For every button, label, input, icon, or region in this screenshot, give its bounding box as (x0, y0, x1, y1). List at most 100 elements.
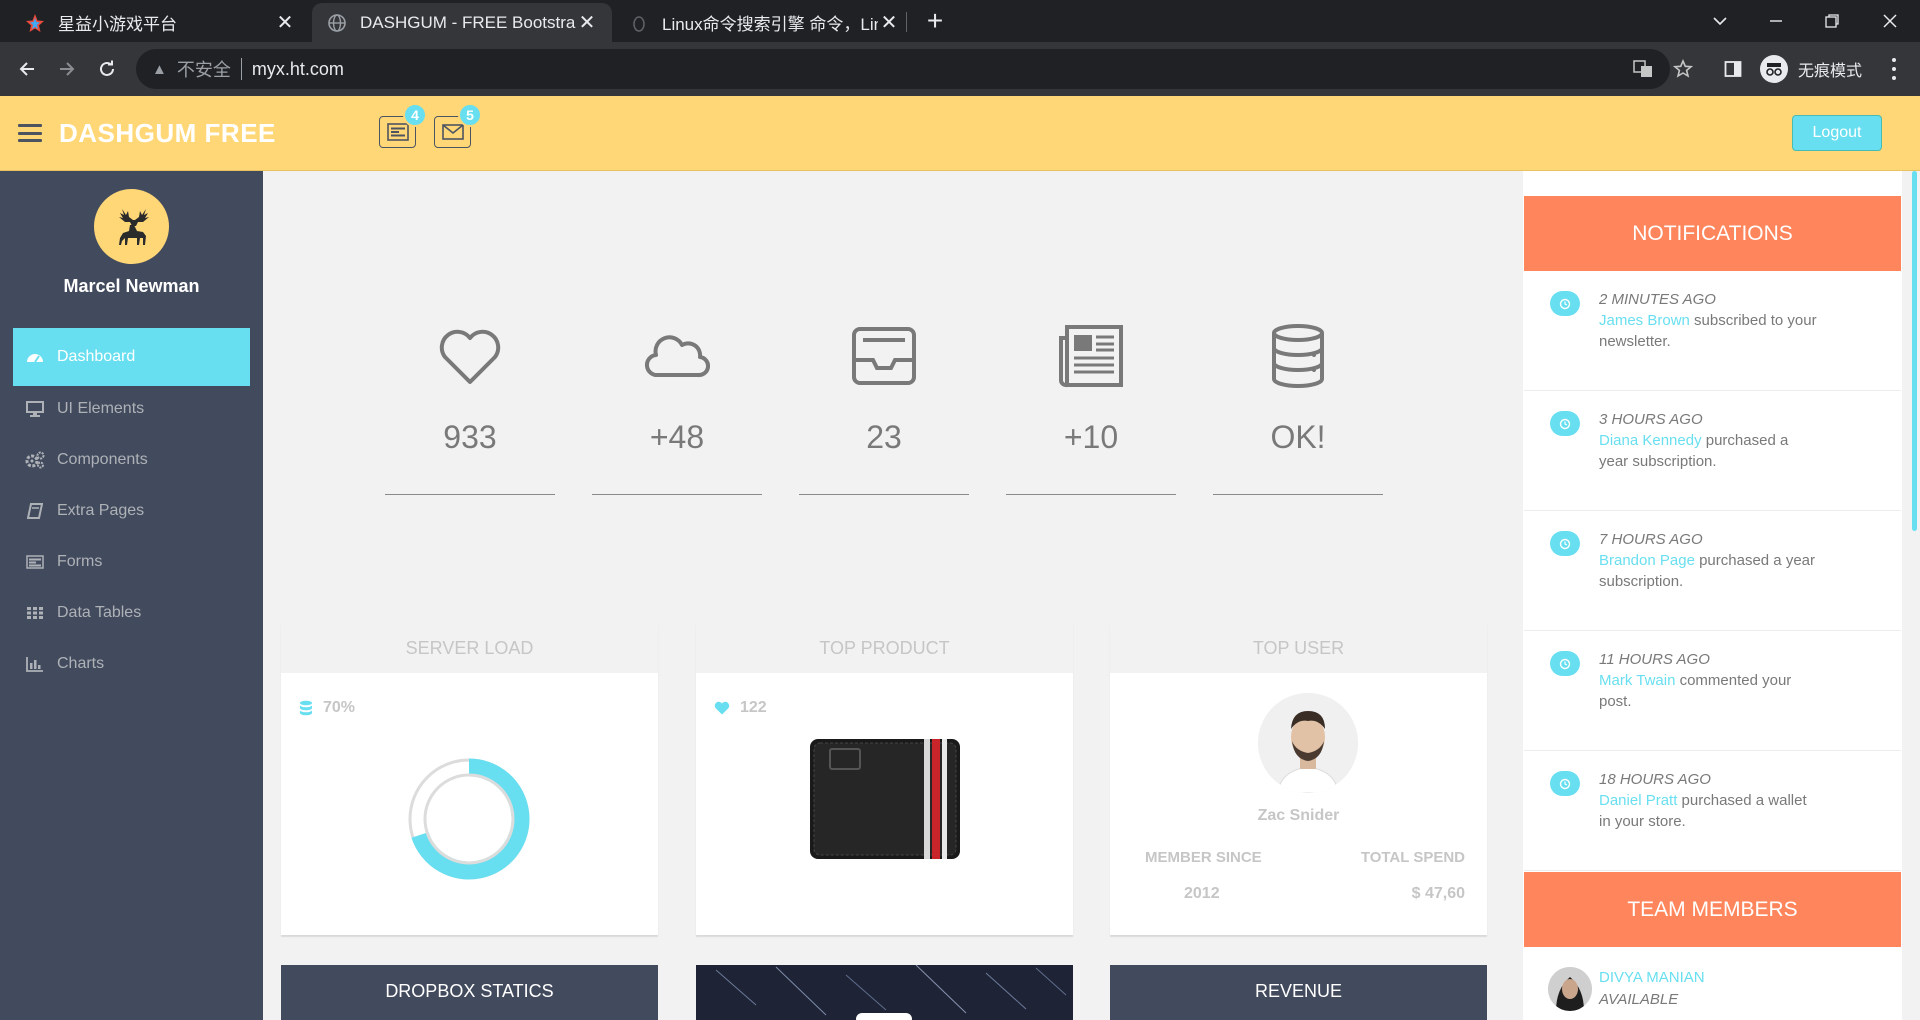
close-tab-icon[interactable]: ✕ (878, 12, 900, 34)
divider (385, 494, 555, 495)
sidebar-item-dashboard[interactable]: Dashboard (13, 328, 250, 386)
brand-logo[interactable]: DASHGUM FREE (59, 118, 276, 149)
database-icon (1213, 321, 1383, 391)
revenue-card: REVENUE (1110, 965, 1487, 1020)
globe-favicon-icon (326, 12, 348, 34)
sidebar-item-charts[interactable]: Charts (13, 635, 250, 693)
bookmark-star-icon[interactable] (1668, 54, 1698, 84)
notification-time: 3 HOURS AGO (1599, 411, 1703, 428)
server-load-donut (408, 758, 530, 880)
stat-value: 933 (443, 419, 497, 455)
reload-button[interactable] (92, 54, 122, 84)
incognito-indicator[interactable]: 无痕模式 (1754, 52, 1876, 86)
top-user-avatar[interactable] (1258, 693, 1358, 793)
member-since-label: MEMBER SINCE (1145, 849, 1262, 866)
wallet-image (810, 739, 960, 859)
starfield-card (696, 965, 1073, 1020)
tab-search-button[interactable] (1692, 0, 1748, 42)
sidebar-item-label: Data Tables (57, 604, 142, 621)
member-since-value: 2012 (1184, 885, 1220, 902)
tab-dashgum[interactable]: DASHGUM - FREE Bootstrap A ✕ (312, 3, 612, 42)
clock-icon (1550, 531, 1580, 556)
stat-likes: 933 (385, 321, 555, 495)
stat-value: +48 (649, 419, 705, 455)
app-header: DASHGUM FREE 4 5 Logout (0, 96, 1920, 171)
notification-time: 2 MINUTES AGO (1599, 291, 1716, 308)
sidebar-item-data-tables[interactable]: Data Tables (13, 584, 250, 642)
divider (240, 58, 242, 80)
sidebar-item-forms[interactable]: Forms (13, 533, 250, 591)
incognito-label: 无痕模式 (1798, 63, 1863, 80)
tab-title: DASHGUM - FREE Bootstrap A (360, 12, 576, 32)
star-favicon-icon (24, 12, 46, 34)
notification-text: 11 HOURS AGO Mark Twain commented your p… (1599, 649, 1819, 712)
clock-icon (1550, 411, 1580, 436)
minimize-button[interactable] (1748, 0, 1804, 42)
deer-icon (118, 208, 149, 245)
top-user-card: TOP USER Zac Snider MEMBER SINCE TOTAL S… (1110, 623, 1487, 935)
forward-button[interactable] (52, 54, 82, 84)
sidebar-item-label: UI Elements (57, 400, 145, 417)
menu-toggle-icon[interactable] (18, 124, 42, 142)
user-name: Marcel Newman (63, 276, 200, 296)
warning-icon[interactable]: ▲ (152, 61, 167, 78)
restore-button[interactable] (1804, 0, 1860, 42)
sidebar: Marcel Newman Dashboard UI Elements Comp… (0, 171, 263, 1020)
url-text: myx.ht.com (251, 58, 344, 79)
notification-time: 11 HOURS AGO (1599, 651, 1710, 668)
translate-icon[interactable] (1628, 54, 1658, 84)
sidebar-item-extra-pages[interactable]: Extra Pages (13, 482, 250, 540)
bar-chart-icon (25, 655, 45, 673)
back-button[interactable] (12, 54, 42, 84)
tasks-icon (386, 123, 409, 141)
team-member-name[interactable]: DIVYA MANIAN (1599, 967, 1705, 989)
divider (1213, 494, 1383, 495)
close-window-button[interactable] (1862, 0, 1918, 42)
notification-time: 18 HOURS AGO (1599, 771, 1711, 788)
notification-user-link[interactable]: Daniel Pratt (1599, 792, 1677, 809)
top-product-metric: 122 (714, 699, 767, 717)
envelope-icon (441, 124, 464, 140)
total-spend-label: TOTAL SPEND (1360, 849, 1465, 866)
logout-button[interactable]: Logout (1792, 115, 1882, 151)
url-field[interactable]: ▲ 不安全 myx.ht.com (136, 49, 1670, 89)
clock-icon (1550, 291, 1580, 316)
tab-title: Linux命令搜索引擎 命令，Linux (662, 15, 878, 34)
user-stat-values: 2012 $ 47,60 (1110, 885, 1487, 903)
stat-value: 23 (866, 419, 902, 455)
tab-linux-commands[interactable]: Linux命令搜索引擎 命令，Linux ✕ (614, 3, 914, 42)
table-icon (25, 604, 45, 622)
sidebar-item-components[interactable]: Components (13, 431, 250, 489)
browser-menu-icon[interactable] (1882, 56, 1906, 82)
stat-value: OK! (1270, 419, 1326, 455)
notification-item: 11 HOURS AGO Mark Twain commented your p… (1524, 631, 1901, 751)
main-content: 933 +48 23 +10 OK! SERVER LOAD 70% TOP P… (263, 171, 1505, 1020)
incognito-icon (1760, 55, 1788, 83)
notification-user-link[interactable]: Mark Twain (1599, 672, 1675, 689)
sidebar-item-label: Charts (57, 655, 105, 672)
new-tab-button[interactable]: + (920, 5, 950, 36)
mail-button[interactable]: 5 (434, 103, 482, 148)
side-panel-icon[interactable] (1718, 54, 1748, 84)
tab-divider (906, 12, 907, 32)
divider (592, 494, 762, 495)
team-member-avatar[interactable] (1548, 967, 1592, 1011)
cloud-icon (592, 321, 762, 391)
close-tab-icon[interactable]: ✕ (274, 12, 296, 34)
card-title: TOP PRODUCT (696, 623, 1073, 673)
clock-icon (1550, 771, 1580, 796)
address-bar: ▲ 不安全 myx.ht.com 无痕模式 (0, 42, 1920, 96)
tasks-button[interactable]: 4 (379, 103, 427, 148)
tab-game-platform[interactable]: 星益小游戏平台 ✕ (10, 3, 310, 42)
close-tab-icon[interactable]: ✕ (576, 12, 598, 34)
notification-user-link[interactable]: Brandon Page (1599, 552, 1695, 569)
clock-icon (1550, 651, 1580, 676)
page-scrollbar[interactable] (1912, 171, 1917, 531)
notification-user-link[interactable]: Diana Kennedy (1599, 432, 1702, 449)
sidebar-item-ui-elements[interactable]: UI Elements (13, 380, 250, 438)
divider (799, 494, 969, 495)
notification-text: 2 MINUTES AGO James Brown subscribed to … (1599, 289, 1819, 352)
avatar[interactable] (94, 189, 169, 264)
notification-user-link[interactable]: James Brown (1599, 312, 1690, 329)
book-icon (25, 502, 45, 520)
